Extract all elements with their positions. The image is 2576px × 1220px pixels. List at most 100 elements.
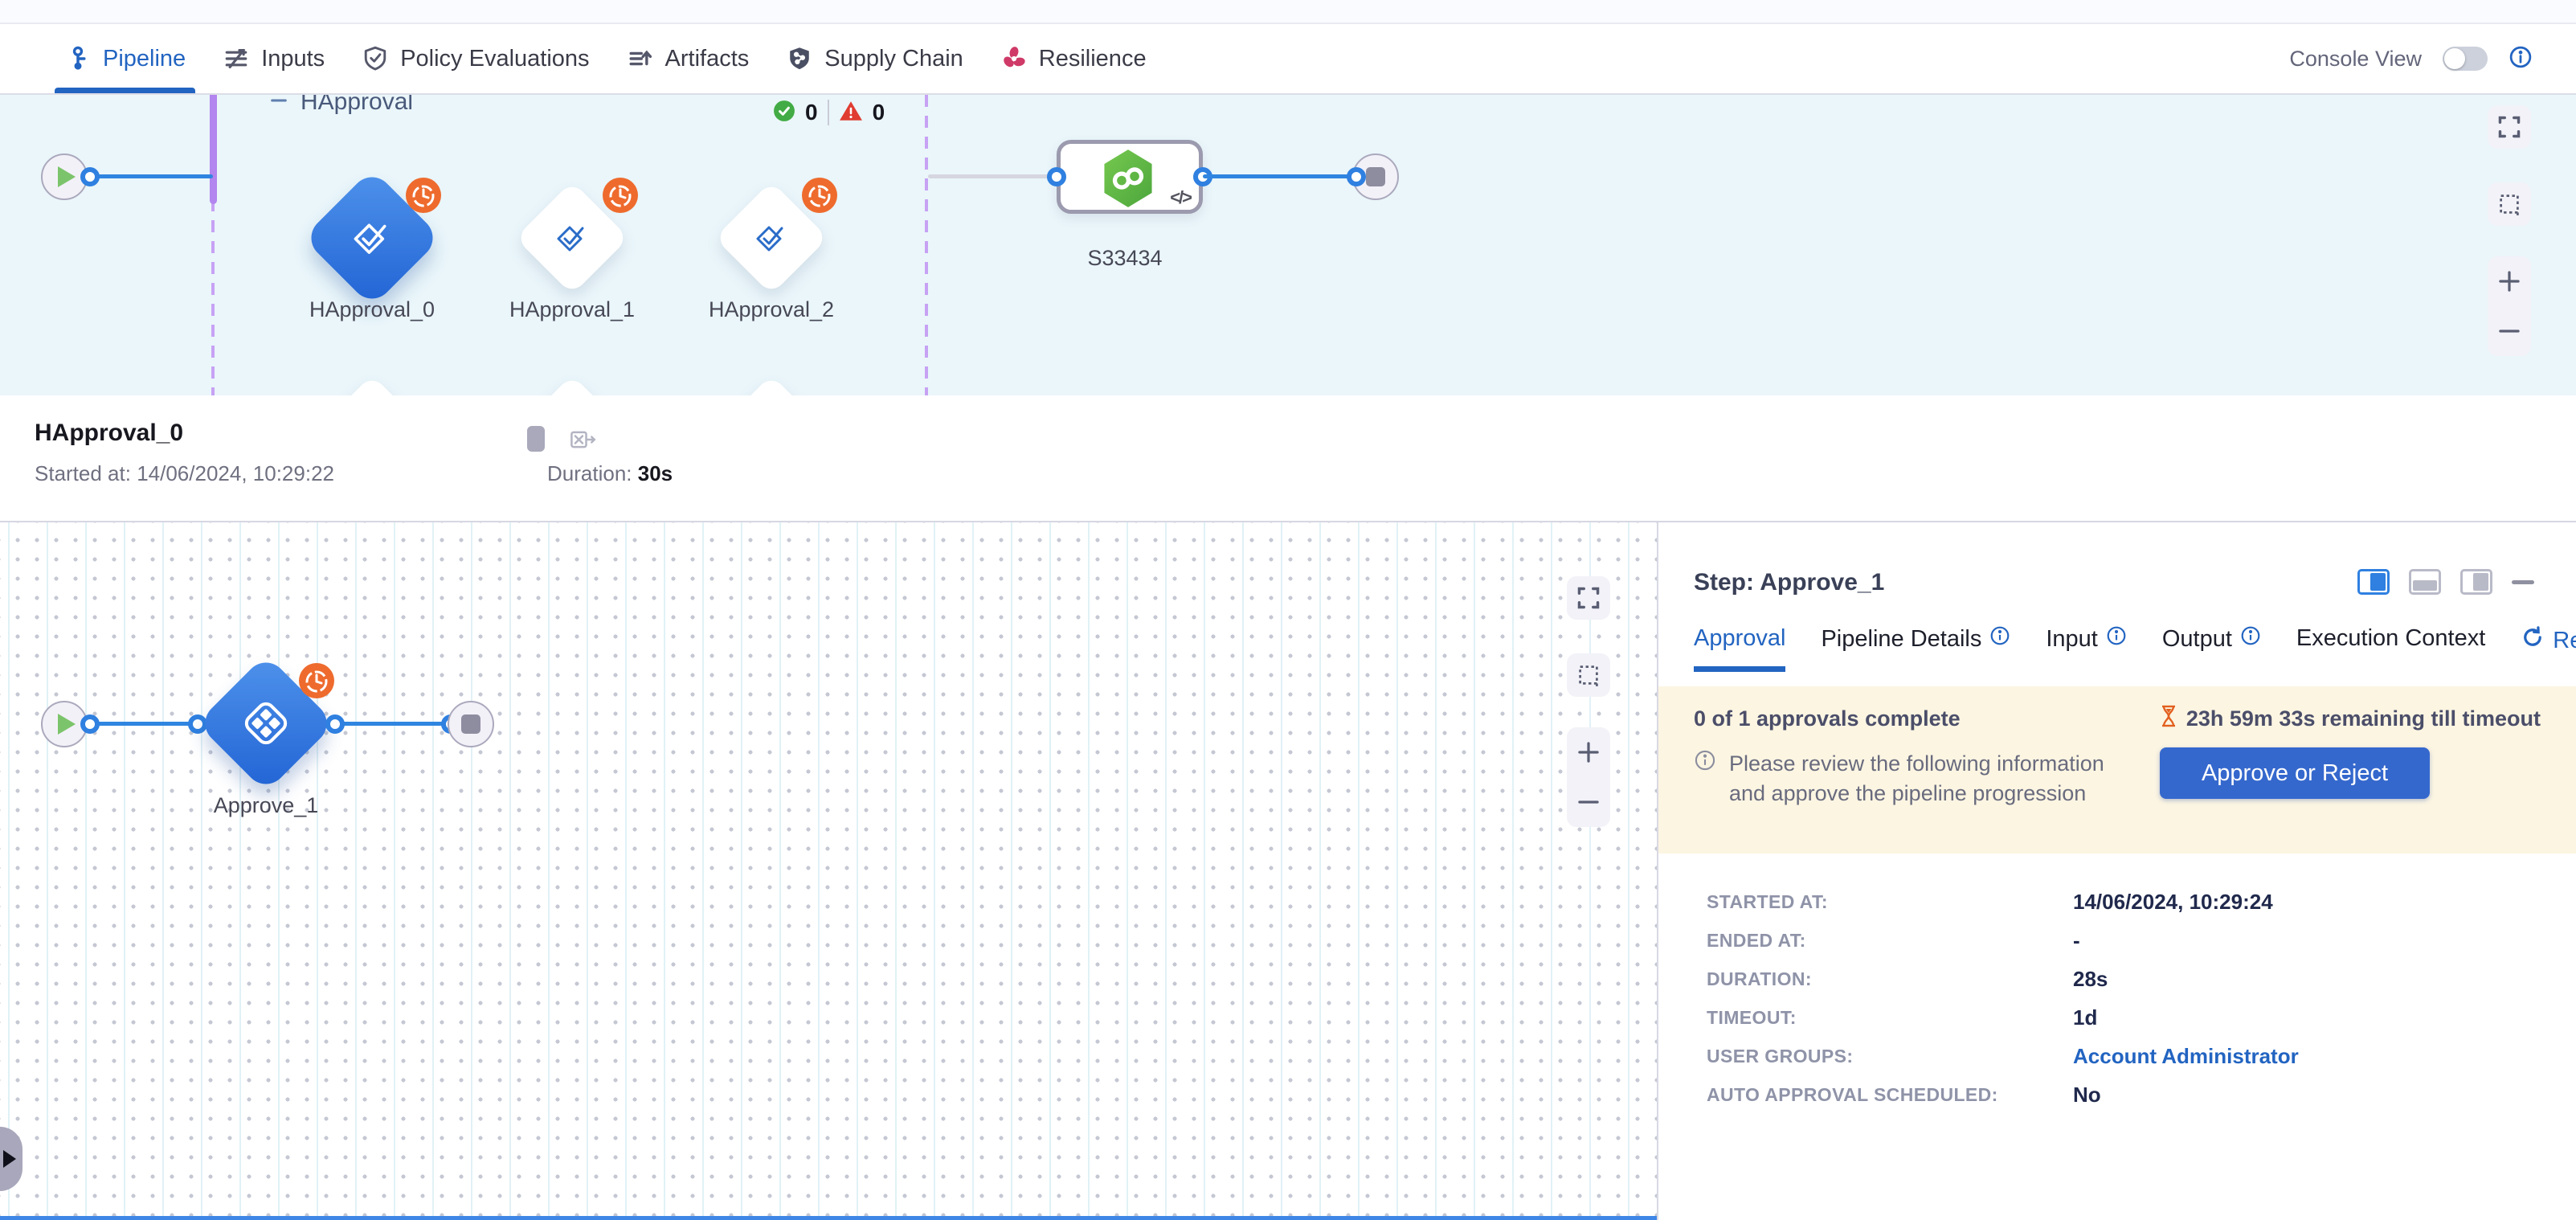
step-detail-panel: Step: Approve_1 Approval Pipeline Detail… [1657,522,2576,1220]
info-bar-duration: Duration: 30s [547,461,673,486]
play-icon [58,714,76,735]
tab-output[interactable]: Output [2162,625,2261,667]
edge-stage-to-step [928,174,1058,178]
error-count: 0 [873,100,885,125]
console-info-icon[interactable] [2509,45,2533,73]
node-label: HApproval_0 [268,297,476,322]
tab-artifacts[interactable]: Artifacts [620,24,756,93]
approval-message: Please review the following information … [1694,749,2104,809]
log-view-icon[interactable] [527,426,545,452]
play-icon [58,166,76,187]
user-group-link[interactable]: Account Administrator [2073,1044,2299,1069]
layout-right-icon[interactable] [2357,569,2390,595]
tab-pipeline[interactable]: Pipeline [58,24,192,93]
info-bar-title: HApproval_0 [35,420,183,447]
tab-input[interactable]: Input [2046,625,2127,667]
node-happroval-2[interactable] [731,198,812,278]
detail-label: TIMEOUT: [1707,1007,2073,1029]
edge-start-to-stage [90,174,213,178]
detail-label: USER GROUPS: [1707,1046,2073,1067]
inputs-icon [223,45,250,72]
open-execution-icon[interactable] [569,426,596,457]
tab-pipeline-label: Pipeline [103,46,186,72]
timeout-remaining-text: 23h 59m 33s remaining till timeout [2186,706,2541,731]
tab-inputs-label: Inputs [261,46,325,72]
tab-supply-chain[interactable]: Supply Chain [779,24,970,93]
tab-policy-evaluations[interactable]: Policy Evaluations [355,24,595,93]
tab-pipeline-details[interactable]: Pipeline Details [1821,625,2010,667]
tab-policy-evaluations-label: Policy Evaluations [400,46,589,72]
harness-step-icon [1101,148,1155,213]
info-bar-started: Started at: 14/06/2024, 10:29:22 [35,461,334,486]
stage-graph-canvas[interactable]: HApproval 0 0 HApproval_0 [0,95,2576,395]
success-count: 0 [805,100,818,125]
connector-ring [80,167,100,186]
tab-inputs[interactable]: Inputs [216,24,331,93]
tab-execution-context[interactable]: Execution Context [2296,625,2485,666]
approval-step-icon [532,198,612,278]
marquee-select-button[interactable] [1567,653,1610,697]
info-icon [1989,625,2010,653]
zoom-in-button[interactable] [2488,256,2531,306]
refresh-label: Refresh [2553,628,2576,654]
fit-to-screen-button[interactable] [1567,576,1610,620]
tab-execution-context-label: Execution Context [2296,625,2485,652]
stage-right-boundary [925,95,928,395]
toggle-knob [2444,48,2465,69]
tab-artifacts-label: Artifacts [665,46,750,72]
end-node[interactable] [448,701,494,747]
tab-approval[interactable]: Approval [1694,625,1785,672]
approval-banner: 0 of 1 approvals complete 23h 59m 33s re… [1658,686,2576,854]
approve-or-reject-button[interactable]: Approve or Reject [2160,747,2430,799]
tab-supply-chain-label: Supply Chain [824,46,963,72]
resilience-icon [1000,45,1028,72]
console-view-toggle[interactable] [2443,47,2488,71]
zoom-in-button[interactable] [1567,727,1610,777]
stage-progress-bar [210,95,217,204]
node-happroval-1[interactable] [532,198,612,278]
node-label: S33434 [1020,246,1229,271]
pending-clock-badge [405,177,442,214]
duration-label: Duration: [547,461,632,485]
hourglass-icon [2159,704,2178,734]
tab-output-label: Output [2162,626,2232,653]
layout-side-icon[interactable] [2460,569,2492,595]
marquee-select-button[interactable] [2488,182,2531,226]
node-label: HApproval_1 [468,297,677,322]
node-s33434[interactable]: </> [1057,140,1203,214]
refresh-button[interactable]: Refresh [2521,625,2576,656]
timeout-remaining: 23h 59m 33s remaining till timeout [2159,704,2541,734]
step-panel-title: Step: Approve_1 [1694,569,1884,596]
pending-clock-badge [801,177,838,214]
tab-resilience[interactable]: Resilience [994,24,1153,93]
zoom-controls [1567,727,1610,827]
started-at-label: Started at: [35,461,131,485]
zoom-out-button[interactable] [1567,777,1610,827]
execution-tab-bar: Pipeline Inputs Policy Evaluations [0,24,2576,95]
zoom-out-button[interactable] [2488,306,2531,356]
success-badge-icon [773,100,795,126]
stage-title: HApproval [301,95,413,116]
horizontal-scrollbar[interactable] [0,1216,1657,1220]
approval-step-icon [731,198,812,278]
step-graph-canvas[interactable]: Approve_1 [0,522,1657,1220]
tab-approval-label: Approval [1694,625,1785,652]
shield-check-icon [362,45,389,72]
console-view-label: Console View [2289,47,2422,72]
fit-to-screen-button[interactable] [2488,105,2531,149]
pending-clock-badge [298,662,335,699]
collapse-stage-icon[interactable] [268,95,289,115]
minimize-panel-icon[interactable] [2512,580,2534,584]
error-badge-icon [839,100,863,126]
connector-ring [1047,167,1066,186]
started-at-value: 14/06/2024, 10:29:22 [137,461,334,485]
expand-panel-handle[interactable] [0,1127,22,1191]
detail-value: 28s [2073,967,2299,992]
connector-ring [1347,167,1366,186]
code-glyph: </> [1170,187,1191,208]
layout-bottom-icon[interactable] [2409,569,2441,595]
artifacts-icon [627,45,654,72]
zoom-controls [2488,256,2531,356]
navbar-right: Console View [2289,24,2576,93]
detail-value: No [2073,1083,2299,1107]
